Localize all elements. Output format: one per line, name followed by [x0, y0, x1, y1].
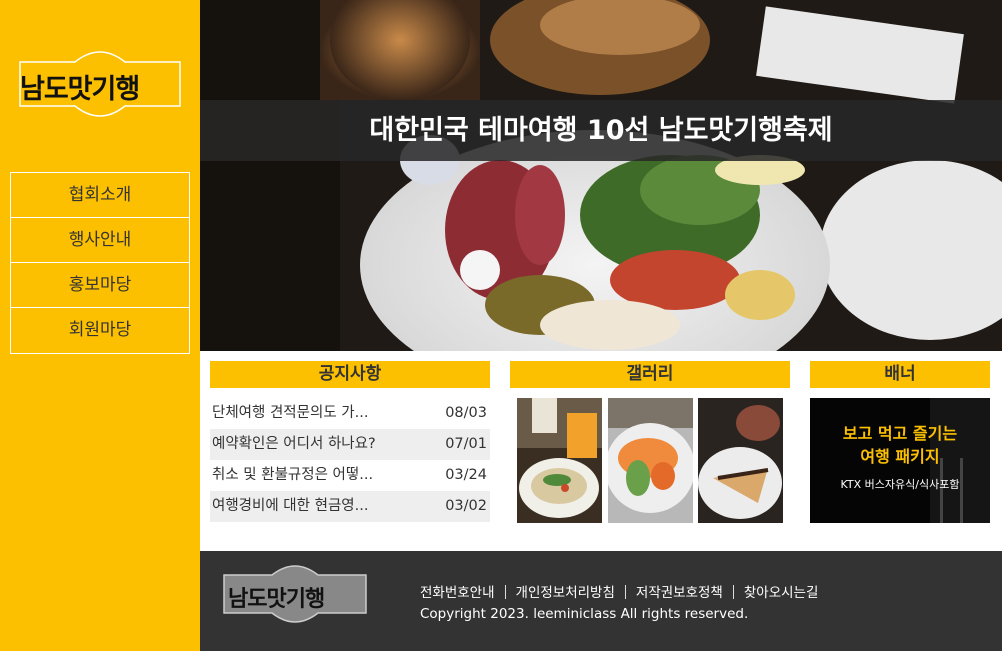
notice-item-title: 여행경비에 대한 현금영...: [212, 498, 369, 514]
nav-item-events[interactable]: 행사안내: [11, 218, 189, 263]
footer-link-directions[interactable]: 찾아오시는길: [744, 585, 819, 601]
gallery-section-title: 갤러리: [510, 361, 790, 388]
noodle-soup-image: [517, 398, 602, 523]
travel-package-banner[interactable]: 보고 먹고 즐기는 여행 패키지 KTX 버스자유식/식사포함: [810, 398, 990, 523]
footer-link-divider: [504, 585, 506, 599]
gallery-image-shrimp[interactable]: [608, 398, 693, 523]
notice-item-date: 03/24: [445, 467, 487, 483]
footer: 남도맛기행 전화번호안내 개인정보처리방침 저작권보호정책 찾아오시는길 Copyri…: [200, 551, 1002, 651]
nav-item-promotion[interactable]: 홍보마당: [11, 263, 189, 308]
notice-item-title: 취소 및 환불규정은 어떻...: [212, 467, 374, 483]
notice-item-date: 03/02: [445, 498, 487, 514]
notice-item[interactable]: 취소 및 환불규정은 어떻... 03/24: [210, 460, 490, 491]
banner-subheadline: 여행 패키지: [860, 447, 940, 466]
shrimp-dish-image: [608, 398, 693, 523]
sidebar: 남도맛기행 협회소개 행사안내 홍보마당 회원마당: [0, 0, 200, 651]
hero-title: 대한민국 테마여행 10선 남도맛기행축제: [369, 115, 833, 146]
gallery-image-noodles[interactable]: [517, 398, 602, 523]
hero-banner: 대한민국 테마여행 10선 남도맛기행축제: [200, 0, 1002, 351]
footer-link-copyright-policy[interactable]: 저작권보호정책: [636, 585, 723, 601]
hero-food-image: [200, 0, 1002, 351]
notice-item-title: 예약확인은 어디서 하나요?: [212, 436, 376, 452]
main-nav: 협회소개 행사안내 홍보마당 회원마당: [10, 172, 190, 354]
footer-link-privacy[interactable]: 개인정보처리방침: [516, 585, 615, 601]
notice-item[interactable]: 예약확인은 어디서 하나요? 07/01: [210, 429, 490, 460]
banner-caption: KTX 버스자유식/식사포함: [840, 478, 960, 491]
footer-link-divider: [624, 585, 626, 599]
notice-item[interactable]: 단체여행 견적문의도 가... 08/03: [210, 398, 490, 429]
logo-text: 남도맛기행: [20, 74, 140, 105]
notice-item[interactable]: 여행경비에 대한 현금영... 03/02: [210, 491, 490, 522]
nav-item-members[interactable]: 회원마당: [11, 308, 189, 353]
notice-item-date: 08/03: [445, 405, 487, 421]
gallery-image-dessert[interactable]: [698, 398, 783, 523]
banner-headline: 보고 먹고 즐기는: [842, 424, 958, 443]
nav-item-about[interactable]: 협회소개: [11, 173, 189, 218]
footer-logo-text: 남도맛기행: [228, 587, 325, 612]
footer-link-divider: [732, 585, 734, 599]
notice-item-date: 07/01: [445, 436, 487, 452]
notice-item-title: 단체여행 견적문의도 가...: [212, 405, 369, 421]
footer-logo[interactable]: 남도맛기행: [222, 561, 368, 627]
notice-section-title: 공지사항: [210, 361, 490, 388]
copyright-text: Copyright 2023. leeminiclass All rights …: [420, 606, 749, 622]
dessert-image: [698, 398, 783, 523]
footer-link-phone[interactable]: 전화번호안내: [420, 585, 495, 601]
banner-section-title: 배너: [810, 361, 990, 388]
site-logo[interactable]: 남도맛기행: [17, 44, 183, 122]
notice-list: 단체여행 견적문의도 가... 08/03 예약확인은 어디서 하나요? 07/…: [210, 398, 490, 522]
footer-links: 전화번호안내 개인정보처리방침 저작권보호정책 찾아오시는길: [420, 581, 818, 601]
